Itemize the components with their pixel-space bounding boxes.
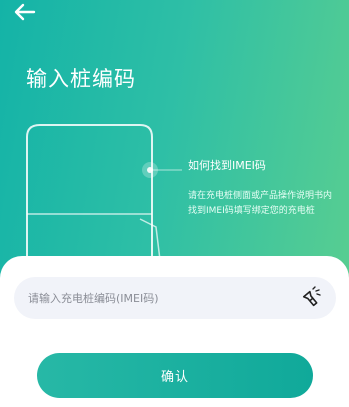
imei-input-container [14,276,336,320]
bind-charger-screen: 输入桩编码 如何找到IMEI码 请在充电桩侧面或产品操作说明书内找到IMEI码填… [0,0,349,407]
confirm-button[interactable]: 确认 [37,353,313,398]
flashlight-icon [302,286,321,307]
bottom-sheet: 确认 [0,256,349,407]
back-arrow-icon [14,3,36,21]
imei-input[interactable] [14,276,300,320]
help-title: 如何找到IMEI码 [188,159,266,172]
flashlight-button[interactable] [298,286,322,310]
back-button[interactable] [10,0,40,26]
page-title: 输入桩编码 [26,67,136,91]
help-text: 请在充电桩侧面或产品操作说明书内找到IMEI码填写绑定您的充电桩 [188,191,333,216]
